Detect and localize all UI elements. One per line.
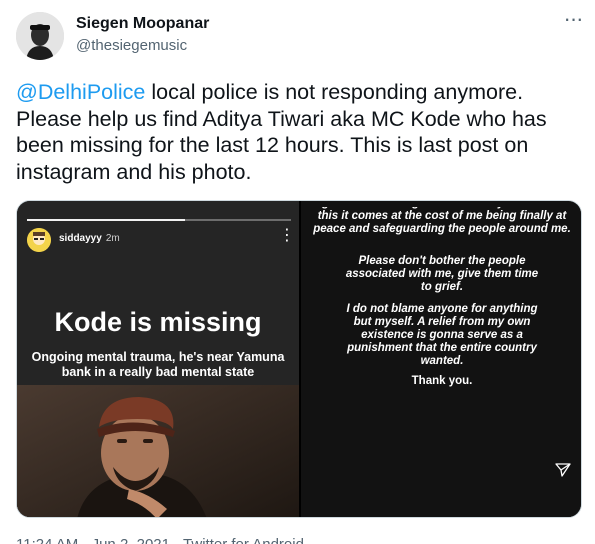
story-top-crop xyxy=(301,201,581,207)
story-paragraph-3: I do not blame anyone for anything but m… xyxy=(346,303,538,367)
story-username: siddayyy 2m xyxy=(59,233,120,244)
mention-link[interactable]: @DelhiPolice xyxy=(16,80,145,104)
story-time: 2m xyxy=(105,233,120,244)
author-display-name[interactable]: Siegen Moopanar xyxy=(76,15,209,33)
ellipsis-icon[interactable]: ··· xyxy=(561,8,585,34)
tweet-media[interactable]: siddayyy 2m ⋮ Kode is missing Ongoing men… xyxy=(16,200,582,518)
missing-person-photo xyxy=(17,385,299,517)
story-subtext: Ongoing mental trauma, he's near Yamuna … xyxy=(31,350,285,379)
send-icon[interactable] xyxy=(555,463,571,477)
tweet-text: @DelhiPolice local police is not respond… xyxy=(16,79,586,185)
story-avatar xyxy=(27,228,51,252)
story-progress-bar xyxy=(27,219,291,221)
story-username-text: siddayyy xyxy=(59,233,102,244)
story-screenshot-right[interactable]: a great amount of grief but I need you t… xyxy=(301,201,581,517)
story-screenshot-left[interactable]: siddayyy 2m ⋮ Kode is missing Ongoing men… xyxy=(17,201,299,517)
author-handle[interactable]: @thesiegemusic xyxy=(76,37,187,54)
story-thank-you: Thank you. xyxy=(411,375,473,387)
author-avatar[interactable] xyxy=(16,12,64,60)
story-menu-icon: ⋮ xyxy=(279,227,295,244)
story-paragraph-2: Please don't bother the people associate… xyxy=(345,255,539,293)
story-headline: Kode is missing xyxy=(54,307,262,337)
story-progress-fill xyxy=(27,219,186,221)
tweet-timestamp[interactable]: 11:24 AM · Jun 2, 2021 · Twitter for And… xyxy=(16,536,304,544)
